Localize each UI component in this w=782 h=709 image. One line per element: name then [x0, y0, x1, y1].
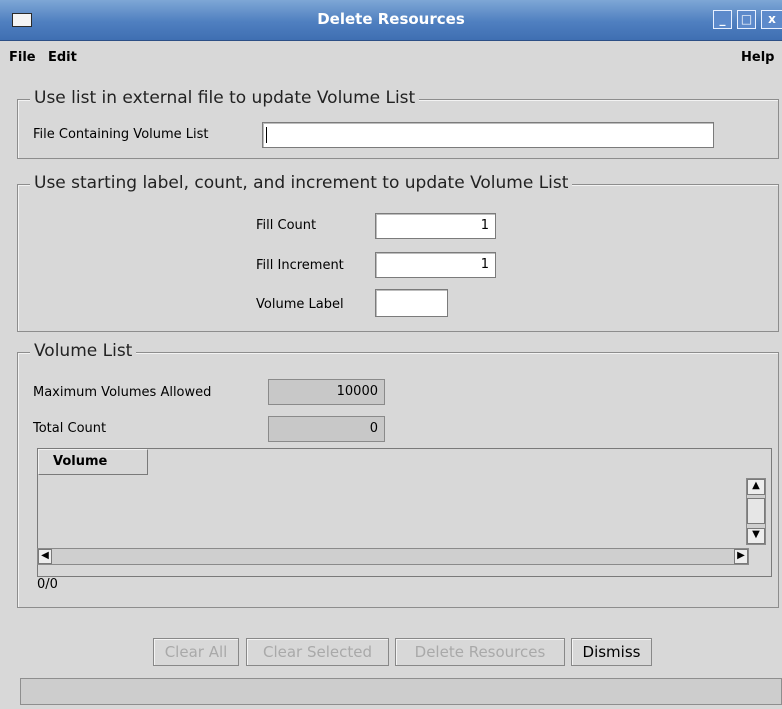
- menu-bar: File Edit Help: [0, 41, 782, 75]
- delete-resources-button[interactable]: Delete Resources: [395, 638, 565, 666]
- fill-count-input[interactable]: 1: [375, 213, 496, 239]
- fill-section-title: Use starting label, count, and increment…: [30, 173, 573, 193]
- volume-label-label: Volume Label: [256, 297, 344, 312]
- menu-help[interactable]: Help: [741, 50, 774, 65]
- menu-edit[interactable]: Edit: [48, 50, 77, 65]
- scroll-left-arrow-icon[interactable]: ◀: [38, 549, 52, 564]
- fill-count-label: Fill Count: [256, 218, 317, 233]
- scroll-thumb[interactable]: [747, 498, 765, 524]
- window-title: Delete Resources: [317, 10, 465, 28]
- clear-all-button[interactable]: Clear All: [153, 638, 239, 666]
- status-bar: [20, 678, 782, 705]
- menu-file[interactable]: File: [9, 50, 36, 65]
- volume-list-section-title: Volume List: [30, 341, 137, 361]
- scroll-up-arrow-icon[interactable]: ▲: [747, 479, 765, 495]
- column-header-volume[interactable]: Volume: [38, 449, 148, 475]
- dismiss-button[interactable]: Dismiss: [571, 638, 652, 666]
- total-count-value: 0: [268, 416, 385, 442]
- file-containing-volume-list-input[interactable]: [262, 122, 714, 148]
- vertical-scrollbar[interactable]: ▲ ▼: [746, 478, 766, 545]
- fill-increment-input[interactable]: 1: [375, 252, 496, 278]
- volume-label-input[interactable]: [375, 289, 448, 317]
- clear-selected-button[interactable]: Clear Selected: [246, 638, 389, 666]
- minimize-button[interactable]: _: [713, 10, 732, 29]
- text-cursor: [266, 127, 267, 143]
- external-file-section: Use list in external file to update Volu…: [17, 88, 779, 159]
- scroll-right-arrow-icon[interactable]: ▶: [734, 549, 748, 564]
- window-titlebar[interactable]: Delete Resources _ □ x: [0, 0, 782, 41]
- close-button[interactable]: x: [761, 10, 782, 29]
- volume-list-section: Volume List Maximum Volumes Allowed 1000…: [17, 341, 779, 608]
- horizontal-scrollbar[interactable]: ◀ ▶: [37, 548, 749, 565]
- external-file-section-title: Use list in external file to update Volu…: [30, 88, 420, 108]
- max-volumes-label: Maximum Volumes Allowed: [33, 385, 212, 400]
- volume-position: 0/0: [37, 577, 58, 592]
- scroll-down-arrow-icon[interactable]: ▼: [747, 528, 765, 544]
- file-containing-volume-list-label: File Containing Volume List: [33, 127, 209, 142]
- max-volumes-value: 10000: [268, 379, 385, 405]
- fill-increment-label: Fill Increment: [256, 258, 344, 273]
- maximize-button[interactable]: □: [737, 10, 756, 29]
- total-count-label: Total Count: [33, 421, 107, 436]
- fill-section: Use starting label, count, and increment…: [17, 173, 779, 332]
